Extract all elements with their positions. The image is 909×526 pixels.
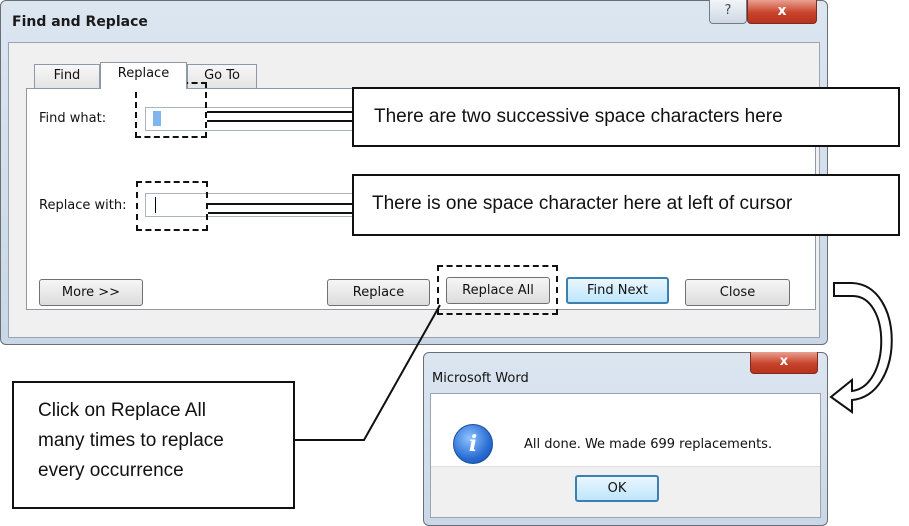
replace-all-highlight-box: [437, 265, 558, 315]
tab-go-to-label: Go To: [204, 68, 240, 83]
find-callout-text: There are two successive space character…: [374, 106, 783, 127]
close-icon: x: [779, 354, 789, 369]
find-highlight-box: [135, 82, 207, 138]
ok-button[interactable]: OK: [575, 475, 659, 502]
replace-button[interactable]: Replace: [327, 279, 430, 306]
more-button[interactable]: More >>: [39, 279, 143, 306]
tab-replace[interactable]: Replace: [100, 62, 187, 89]
tab-find-label: Find: [53, 68, 81, 83]
message-text: All done. We made 699 replacements.: [524, 437, 773, 452]
message-box-close-button[interactable]: x: [750, 352, 818, 374]
click-callout-line-3: every occurrence: [38, 460, 184, 481]
click-callout: Click on Replace All many times to repla…: [12, 381, 295, 509]
find-callout: There are two successive space character…: [352, 87, 900, 147]
find-next-button[interactable]: Find Next: [566, 277, 669, 304]
click-callout-line-1: Click on Replace All: [38, 400, 206, 421]
dialog-title: Find and Replace: [12, 14, 148, 30]
close-window-button[interactable]: x: [747, 0, 817, 24]
info-icon: i: [453, 424, 493, 464]
close-button[interactable]: Close: [685, 279, 790, 306]
replace-callout-text: There is one space character here at lef…: [372, 193, 793, 214]
help-button[interactable]: ?: [709, 0, 747, 24]
click-callout-line-2: many times to replace: [38, 430, 224, 451]
replace-with-label: Replace with:: [39, 198, 127, 213]
replace-callout: There is one space character here at lef…: [352, 174, 900, 236]
message-box-title: Microsoft Word: [432, 371, 529, 386]
tab-find[interactable]: Find: [34, 64, 100, 88]
tab-replace-label: Replace: [117, 66, 170, 81]
help-icon: ?: [724, 3, 732, 18]
replace-highlight-box: [136, 181, 208, 231]
find-what-label: Find what:: [39, 111, 107, 126]
close-icon: x: [777, 3, 787, 19]
